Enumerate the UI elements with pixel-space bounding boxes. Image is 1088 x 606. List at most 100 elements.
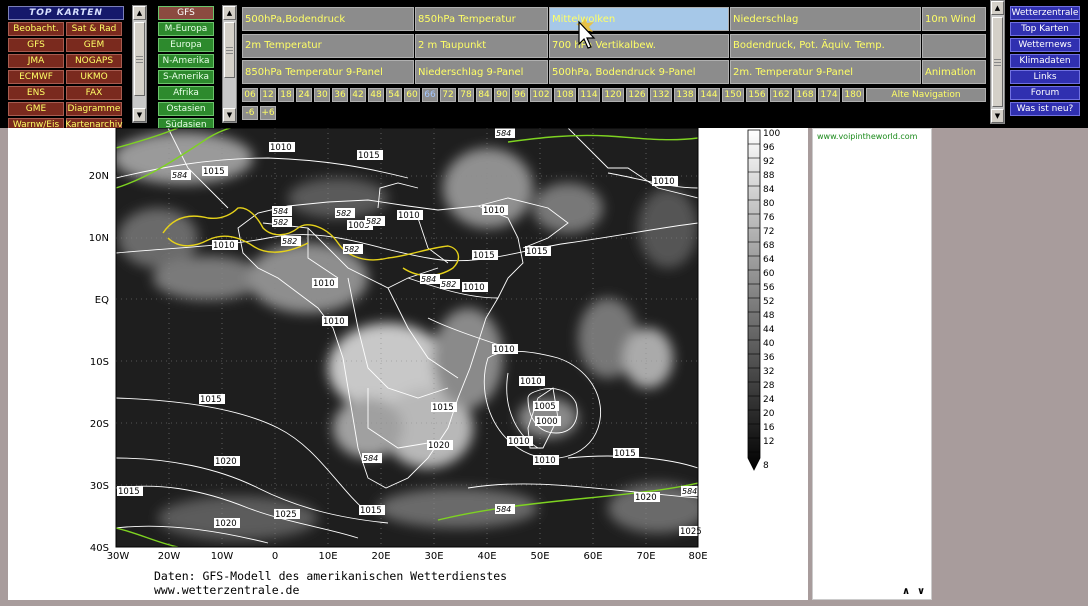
legend-value: 40: [763, 339, 775, 349]
nav-link-wetterzentrale[interactable]: Wetterzentrale: [1010, 6, 1080, 20]
forecast-hour-button[interactable]: 102: [530, 88, 552, 102]
forecast-hour-button[interactable]: 138: [674, 88, 696, 102]
forecast-hour-button[interactable]: 120: [602, 88, 624, 102]
model-button-gme[interactable]: GME: [8, 102, 64, 116]
parameter-cell[interactable]: 850hPa Temperatur: [415, 7, 548, 31]
forecast-hour-button[interactable]: 96: [512, 88, 528, 102]
parameter-cell[interactable]: Niederschlag 9-Panel: [415, 60, 548, 84]
forecast-hour-button[interactable]: 48: [368, 88, 384, 102]
top-karten-logo[interactable]: TOP KARTEN: [8, 6, 124, 20]
forecast-hour-button[interactable]: 150: [722, 88, 744, 102]
legend-value: 88: [763, 171, 775, 181]
longitude-label: 20E: [371, 551, 390, 562]
forecast-hour-button[interactable]: 90: [494, 88, 510, 102]
scroll-down-icon[interactable]: ▼: [133, 108, 146, 122]
region-menu-scrollbar[interactable]: ▲ ▼: [222, 5, 237, 123]
parameter-cell[interactable]: 2m. Temperatur 9-Panel: [730, 60, 921, 84]
forecast-hour-button[interactable]: 06: [242, 88, 258, 102]
step-forward-button[interactable]: +6: [260, 106, 276, 120]
parameter-cell[interactable]: 500hPa,Bodendruck: [242, 7, 414, 31]
forecast-hour-button[interactable]: 66: [422, 88, 438, 102]
forecast-hour-button[interactable]: 156: [746, 88, 768, 102]
chevron-up-icon[interactable]: ∧: [900, 585, 912, 597]
parameter-cell[interactable]: 2 m Taupunkt: [415, 33, 548, 58]
forecast-hour-button[interactable]: 126: [626, 88, 648, 102]
latitude-label: 30S: [90, 481, 109, 492]
forecast-hour-button[interactable]: 60: [404, 88, 420, 102]
chevron-down-icon[interactable]: ∨: [915, 585, 927, 597]
forecast-hour-button[interactable]: 174: [818, 88, 840, 102]
region-button-afrika[interactable]: Afrika: [158, 86, 214, 100]
model-button-nogaps[interactable]: NOGAPS: [66, 54, 122, 68]
parameter-cell[interactable]: 500hPa, Bodendruck 9-Panel: [549, 60, 729, 84]
parameter-cell[interactable]: 2m Temperatur: [242, 33, 414, 58]
model-button-fax[interactable]: FAX: [66, 86, 122, 100]
svg-text:1015: 1015: [118, 487, 140, 497]
parameter-cell[interactable]: Bodendruck, Pot. Äquiv. Temp.: [730, 33, 921, 58]
scroll-thumb[interactable]: [224, 22, 235, 78]
parameter-cell[interactable]: 850hPa Temperatur 9-Panel: [242, 60, 414, 84]
region-button-gfs[interactable]: GFS: [158, 6, 214, 20]
ad-link[interactable]: www.voipintheworld.com: [817, 132, 917, 141]
parameter-cell[interactable]: 10m Wind: [922, 7, 986, 31]
forecast-hour-button[interactable]: 132: [650, 88, 672, 102]
legend-value: 36: [763, 353, 775, 363]
model-button-jma[interactable]: JMA: [8, 54, 64, 68]
scroll-down-icon[interactable]: ▼: [991, 109, 1004, 123]
forecast-hour-button[interactable]: 12: [260, 88, 276, 102]
svg-text:1015: 1015: [360, 506, 382, 516]
scroll-up-icon[interactable]: ▲: [223, 6, 236, 20]
scroll-thumb[interactable]: [134, 22, 145, 96]
forecast-hour-button[interactable]: 24: [296, 88, 312, 102]
forecast-hour-button[interactable]: 42: [350, 88, 366, 102]
model-button-ens[interactable]: ENS: [8, 86, 64, 100]
nav-link-was-ist-neu-[interactable]: Was ist neu?: [1010, 102, 1080, 116]
scroll-thumb[interactable]: [992, 17, 1003, 107]
forecast-hour-button[interactable]: 72: [440, 88, 456, 102]
forecast-hour-button[interactable]: 84: [476, 88, 492, 102]
step-back-button[interactable]: -6: [242, 106, 258, 120]
model-button-gfs[interactable]: GFS: [8, 38, 64, 52]
forecast-hour-button[interactable]: 144: [698, 88, 720, 102]
old-navigation-link[interactable]: Alte Navigation: [866, 88, 986, 102]
model-button-diagramme[interactable]: Diagramme: [66, 102, 122, 116]
pressure-label: 1015: [202, 166, 228, 177]
region-button-europa[interactable]: Europa: [158, 38, 214, 52]
parameter-cell[interactable]: Niederschlag: [730, 7, 921, 31]
forecast-hour-button[interactable]: 114: [578, 88, 600, 102]
forecast-hour-button[interactable]: 108: [554, 88, 576, 102]
model-button-ecmwf[interactable]: ECMWF: [8, 70, 64, 84]
model-button-sat-rad[interactable]: Sat & Rad: [66, 22, 122, 36]
nav-link-top-karten[interactable]: Top Karten: [1010, 22, 1080, 36]
nav-link-wetternews[interactable]: Wetternews: [1010, 38, 1080, 52]
parameter-cell[interactable]: Animation: [922, 60, 986, 84]
region-button-n-amerika[interactable]: N-Amerika: [158, 54, 214, 68]
forecast-hour-button[interactable]: 54: [386, 88, 402, 102]
nav-link-links[interactable]: Links: [1010, 70, 1080, 84]
model-menu-scrollbar[interactable]: ▲ ▼: [132, 5, 147, 123]
model-button-gem[interactable]: GEM: [66, 38, 122, 52]
nav-link-klimadaten[interactable]: Klimadaten: [1010, 54, 1080, 68]
forecast-hour-button[interactable]: 168: [794, 88, 816, 102]
forecast-hour-button[interactable]: 162: [770, 88, 792, 102]
region-button-s-amerika[interactable]: S-Amerika: [158, 70, 214, 84]
longitude-label: 0: [272, 551, 278, 562]
forecast-hour-button[interactable]: 180: [842, 88, 864, 102]
scroll-up-icon[interactable]: ▲: [133, 6, 146, 20]
model-button-beobacht-[interactable]: Beobacht.: [8, 22, 64, 36]
region-button-m-europa[interactable]: M-Europa: [158, 22, 214, 36]
forecast-hour-button[interactable]: 18: [278, 88, 294, 102]
scroll-down-icon[interactable]: ▼: [223, 108, 236, 122]
parameter-scrollbar[interactable]: ▲ ▼: [990, 0, 1005, 124]
scroll-up-icon[interactable]: ▲: [991, 1, 1004, 15]
svg-text:1015: 1015: [473, 251, 495, 261]
region-button-ostasien[interactable]: Ostasien: [158, 102, 214, 116]
forecast-hour-button[interactable]: 78: [458, 88, 474, 102]
pressure-label: 1010: [652, 176, 678, 187]
height-label: 582: [343, 244, 363, 254]
forecast-hour-button[interactable]: 36: [332, 88, 348, 102]
height-label: 582: [365, 216, 385, 226]
model-button-ukmo[interactable]: UKMO: [66, 70, 122, 84]
nav-link-forum[interactable]: Forum: [1010, 86, 1080, 100]
forecast-hour-button[interactable]: 30: [314, 88, 330, 102]
